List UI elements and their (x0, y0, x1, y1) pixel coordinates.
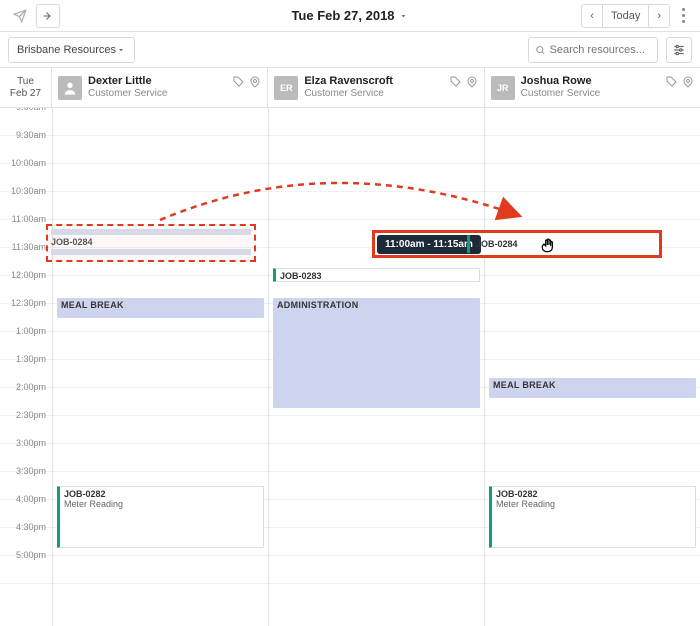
search-input[interactable] (550, 44, 652, 56)
tag-icon[interactable] (233, 76, 245, 88)
chevron-down-icon (116, 45, 126, 55)
pin-icon[interactable] (682, 76, 694, 88)
next-button[interactable]: › (648, 5, 669, 27)
event-job-0283[interactable]: JOB-0283 (273, 268, 480, 282)
time-label: 1:00pm (0, 326, 52, 336)
today-button[interactable]: Today (602, 5, 648, 27)
ghost-label: JOB-0284 (51, 237, 251, 247)
event-title: MEAL BREAK (489, 378, 696, 390)
event-meal-break[interactable]: MEAL BREAK (489, 378, 696, 398)
filters-button[interactable] (666, 37, 692, 63)
column-joshua[interactable]: MEAL BREAK JOB-0282 Meter Reading (484, 108, 700, 626)
pin-icon[interactable] (249, 76, 261, 88)
time-label: 12:00pm (0, 270, 52, 280)
topbar-right: ‹ Today › (581, 3, 692, 29)
tag-icon[interactable] (666, 76, 678, 88)
time-label: 5:00pm (0, 550, 52, 560)
resource-name: Joshua Rowe (521, 75, 600, 88)
avatar (58, 76, 82, 100)
resource-header-elza[interactable]: ER Elza Ravenscroft Customer Service (268, 68, 484, 107)
time-label: 3:00pm (0, 438, 52, 448)
toolbar: Brisbane Resources (0, 32, 700, 68)
time-label: 1:30pm (0, 354, 52, 364)
resource-dropdown-label: Brisbane Resources (17, 44, 116, 56)
date-num: Feb 27 (10, 88, 41, 100)
time-label: 2:00pm (0, 382, 52, 392)
header-row: Tue Feb 27 Dexter Little Customer Servic… (0, 68, 700, 108)
topbar-left (8, 4, 60, 28)
event-meal-break[interactable]: MEAL BREAK (57, 298, 264, 318)
send-icon[interactable] (8, 4, 32, 28)
time-label: 9:00am (0, 108, 52, 112)
time-label: 9:30am (0, 130, 52, 140)
event-job-0282[interactable]: JOB-0282 Meter Reading (489, 486, 696, 548)
date-picker[interactable]: Tue Feb 27, 2018 (291, 8, 408, 23)
chevron-down-icon (399, 11, 409, 21)
event-title: JOB-0283 (276, 269, 479, 281)
event-title: JOB-0282 (60, 487, 263, 499)
resource-name: Elza Ravenscroft (304, 75, 393, 88)
column-dexter[interactable]: MEAL BREAK JOB-0282 Meter Reading (52, 108, 268, 626)
resource-icons (666, 76, 694, 88)
time-label: 4:30pm (0, 522, 52, 532)
resource-dropdown[interactable]: Brisbane Resources (8, 37, 135, 63)
time-label: 12:30pm (0, 298, 52, 308)
resource-name: Dexter Little (88, 75, 167, 88)
event-administration[interactable]: ADMINISTRATION (273, 298, 480, 408)
time-label: 2:30pm (0, 410, 52, 420)
sliders-icon (672, 43, 686, 57)
search-icon (535, 44, 546, 56)
resource-icons (450, 76, 478, 88)
tag-icon[interactable] (450, 76, 462, 88)
person-icon (62, 80, 78, 96)
date-head: Tue Feb 27 (0, 68, 52, 107)
resource-columns: MEAL BREAK JOB-0282 Meter Reading JOB-02… (52, 108, 700, 626)
day-label: Tue (17, 76, 34, 88)
date-nav: ‹ Today › (581, 4, 670, 28)
prev-button[interactable]: ‹ (582, 5, 602, 27)
resource-header-joshua[interactable]: JR Joshua Rowe Customer Service (485, 68, 700, 107)
date-label: Tue Feb 27, 2018 (291, 8, 394, 23)
resource-role: Customer Service (88, 88, 167, 100)
time-label: 11:00am (0, 214, 52, 224)
event-title: JOB-0282 (492, 487, 695, 499)
resource-role: Customer Service (304, 88, 393, 100)
time-pill: 11:00am - 11:15am (377, 235, 481, 254)
grab-cursor-icon (539, 235, 559, 260)
time-label: 3:30pm (0, 466, 52, 476)
event-title: MEAL BREAK (57, 298, 264, 310)
schedule-grid[interactable]: 9:00am 9:30am 10:00am 10:30am 11:00am 11:30am… (0, 108, 700, 626)
event-subtitle: Meter Reading (492, 499, 695, 511)
drop-label: JOB-0284 (476, 239, 518, 249)
drag-drop-target[interactable]: 11:00am - 11:15am JOB-0284 (372, 230, 662, 258)
resource-icons (233, 76, 261, 88)
more-menu-icon[interactable] (674, 3, 692, 29)
time-label: 11:30am (0, 242, 52, 252)
event-job-0282[interactable]: JOB-0282 Meter Reading (57, 486, 264, 548)
resource-role: Customer Service (521, 88, 600, 100)
event-subtitle: Meter Reading (60, 499, 263, 511)
time-label: 10:00am (0, 158, 52, 168)
topbar: Tue Feb 27, 2018 ‹ Today › (0, 0, 700, 32)
column-elza[interactable]: JOB-0283 ADMINISTRATION (268, 108, 484, 626)
time-label: 10:30am (0, 186, 52, 196)
avatar: JR (491, 76, 515, 100)
search-box[interactable] (528, 37, 658, 63)
time-label: 4:00pm (0, 494, 52, 504)
drag-source-ghost: JOB-0284 (46, 224, 256, 262)
exit-icon[interactable] (36, 4, 60, 28)
pin-icon[interactable] (466, 76, 478, 88)
avatar: ER (274, 76, 298, 100)
event-title: ADMINISTRATION (273, 298, 480, 310)
resource-header-dexter[interactable]: Dexter Little Customer Service (52, 68, 268, 107)
